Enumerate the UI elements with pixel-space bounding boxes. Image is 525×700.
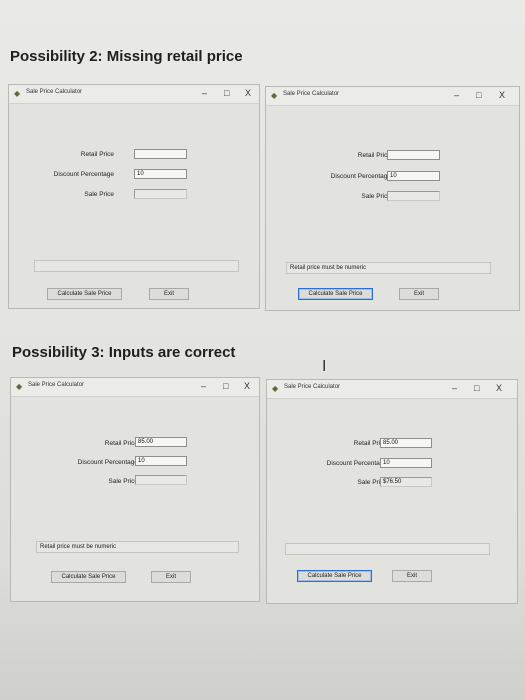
minimize-button[interactable]: –	[452, 382, 457, 394]
app-icon: ◆	[14, 89, 21, 98]
message-label: Retail price must be numeric	[286, 262, 491, 274]
exit-button[interactable]: Exit	[392, 570, 432, 582]
discount-percentage-label: Discount Percentage	[330, 173, 391, 180]
maximize-button[interactable]: □	[474, 382, 479, 394]
exit-button[interactable]: Exit	[399, 288, 439, 300]
sale-price-window-4: ◆ Sale Price Calculator – □ X Retail Pri…	[266, 379, 518, 604]
close-button[interactable]: X	[499, 89, 505, 101]
section-heading-possibility-3: Possibility 3: Inputs are correct	[12, 344, 236, 361]
title-bar: ◆ Sale Price Calculator – □ X	[266, 87, 519, 106]
window-title: Sale Price Calculator	[283, 91, 340, 97]
title-bar: ◆ Sale Price Calculator – □ X	[11, 378, 259, 397]
minimize-button[interactable]: –	[201, 380, 206, 392]
sale-price-output: $76.50	[380, 477, 432, 487]
sale-price-window-2: ◆ Sale Price Calculator – □ X Retail Pri…	[265, 86, 520, 311]
calculate-sale-price-button[interactable]: Calculate Sale Price	[298, 288, 373, 300]
window-title: Sale Price Calculator	[26, 89, 83, 95]
calculate-sale-price-button[interactable]: Calculate Sale Price	[51, 571, 126, 583]
retail-price-label: Retail Price	[357, 152, 391, 159]
message-label	[285, 543, 490, 555]
close-button[interactable]: X	[245, 87, 251, 99]
minimize-button[interactable]: –	[202, 87, 207, 99]
text-cursor-icon: I	[322, 357, 327, 375]
message-label	[34, 260, 239, 272]
calculate-sale-price-button[interactable]: Calculate Sale Price	[297, 570, 372, 582]
title-bar: ◆ Sale Price Calculator – □ X	[267, 380, 517, 399]
discount-percentage-input[interactable]: 10	[134, 169, 187, 179]
discount-percentage-label: Discount Percentage	[53, 171, 114, 178]
sale-price-label: Sale Price	[84, 191, 114, 198]
window-title: Sale Price Calculator	[28, 382, 85, 388]
retail-price-input[interactable]	[134, 149, 187, 159]
retail-price-label: Retail Price	[80, 151, 114, 158]
exit-button[interactable]: Exit	[149, 288, 189, 300]
maximize-button[interactable]: □	[476, 89, 481, 101]
sale-price-label: Sale Price	[108, 478, 138, 485]
exit-button[interactable]: Exit	[151, 571, 191, 583]
sale-price-output	[387, 191, 440, 201]
message-label: Retail price must be numeric	[36, 541, 239, 553]
maximize-button[interactable]: □	[223, 380, 228, 392]
retail-price-input[interactable]: 85.00	[135, 437, 187, 447]
retail-price-input[interactable]: 85.00	[380, 438, 432, 448]
app-icon: ◆	[271, 91, 278, 100]
title-bar: ◆ Sale Price Calculator – □ X	[9, 85, 259, 104]
sale-price-window-1: ◆ Sale Price Calculator – □ X Retail Pri…	[8, 84, 260, 309]
window-title: Sale Price Calculator	[284, 384, 341, 390]
sale-price-output	[135, 475, 187, 485]
app-icon: ◆	[272, 384, 279, 393]
discount-percentage-input[interactable]: 10	[387, 171, 440, 181]
retail-price-input[interactable]	[387, 150, 440, 160]
sale-price-window-3: ◆ Sale Price Calculator – □ X Retail Pri…	[10, 377, 260, 602]
retail-price-label: Retail Price	[104, 440, 138, 447]
app-icon: ◆	[16, 382, 23, 391]
discount-percentage-input[interactable]: 10	[135, 456, 187, 466]
section-heading-possibility-2: Possibility 2: Missing retail price	[10, 48, 243, 65]
discount-percentage-label: Discount Percentage	[77, 459, 138, 466]
close-button[interactable]: X	[244, 380, 250, 392]
discount-percentage-label: Discount Percentage	[326, 460, 387, 467]
close-button[interactable]: X	[496, 382, 502, 394]
discount-percentage-input[interactable]: 10	[380, 458, 432, 468]
sale-price-output	[134, 189, 187, 199]
maximize-button[interactable]: □	[224, 87, 229, 99]
calculate-sale-price-button[interactable]: Calculate Sale Price	[47, 288, 122, 300]
minimize-button[interactable]: –	[454, 89, 459, 101]
